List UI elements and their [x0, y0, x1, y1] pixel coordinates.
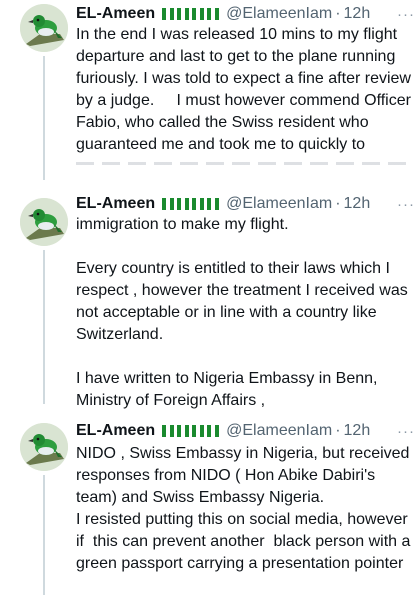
user-handle[interactable]: @ElameenIam	[226, 422, 332, 440]
thread-line	[43, 250, 45, 404]
thread-line	[43, 475, 45, 595]
nigeria-flag-icon	[162, 198, 175, 210]
tweet-2[interactable]: EL-Ameen @ElameenIam · 12h ··· immigrati…	[0, 194, 420, 409]
user-handle[interactable]: @ElameenIam	[226, 5, 332, 23]
more-options-icon[interactable]: ···	[396, 421, 416, 441]
nigeria-flag-icons	[162, 8, 222, 20]
avatar[interactable]	[20, 198, 68, 246]
nigeria-flag-icon	[177, 8, 190, 20]
tweet-3[interactable]: EL-Ameen @ElameenIam · 12h ··· NIDO , Sw…	[0, 419, 420, 595]
tweet-1[interactable]: EL-Ameen @ElameenIam · 12h ··· In the en…	[0, 0, 420, 180]
cropped-text-remnant	[76, 156, 406, 170]
nigeria-flag-icon	[192, 198, 205, 210]
more-options-icon[interactable]: ···	[396, 194, 416, 214]
nigeria-flag-icon	[177, 425, 190, 437]
nigeria-flag-icon	[162, 425, 175, 437]
separator-dot: ·	[335, 195, 341, 212]
nigeria-flag-icon	[162, 8, 175, 20]
tweet-header: EL-Ameen @ElameenIam · 12h	[76, 421, 370, 441]
nigeria-flag-icon	[177, 198, 190, 210]
separator-dot: ·	[335, 422, 341, 439]
nigeria-flag-icon	[192, 425, 205, 437]
more-options-icon[interactable]: ···	[396, 4, 416, 24]
tweet-header: EL-Ameen @ElameenIam · 12h	[76, 194, 370, 214]
nigeria-flag-icon	[207, 425, 220, 437]
bird-avatar-icon	[20, 423, 68, 471]
nigeria-flag-icons	[162, 425, 222, 437]
display-name[interactable]: EL-Ameen	[76, 422, 155, 440]
timestamp[interactable]: 12h	[344, 5, 371, 23]
timestamp[interactable]: 12h	[344, 422, 371, 440]
tweet-text: In the end I was released 10 mins to my …	[76, 26, 416, 153]
tweet-header: EL-Ameen @ElameenIam · 12h	[76, 4, 370, 24]
tweet-text: immigration to make my flight. Every cou…	[76, 216, 408, 409]
avatar[interactable]	[20, 423, 68, 471]
user-handle[interactable]: @ElameenIam	[226, 195, 332, 213]
nigeria-flag-icons	[162, 198, 222, 210]
bird-avatar-icon	[20, 198, 68, 246]
avatar[interactable]	[20, 4, 68, 52]
nigeria-flag-icon	[207, 8, 220, 20]
thread-line	[43, 56, 45, 180]
display-name[interactable]: EL-Ameen	[76, 5, 155, 23]
display-name[interactable]: EL-Ameen	[76, 195, 155, 213]
nigeria-flag-icon	[207, 198, 220, 210]
tweet-text: NIDO , Swiss Embassy in Nigeria, but rec…	[76, 445, 411, 572]
nigeria-flag-icon	[192, 8, 205, 20]
separator-dot: ·	[335, 5, 341, 22]
timestamp[interactable]: 12h	[344, 195, 371, 213]
bird-avatar-icon	[20, 4, 68, 52]
